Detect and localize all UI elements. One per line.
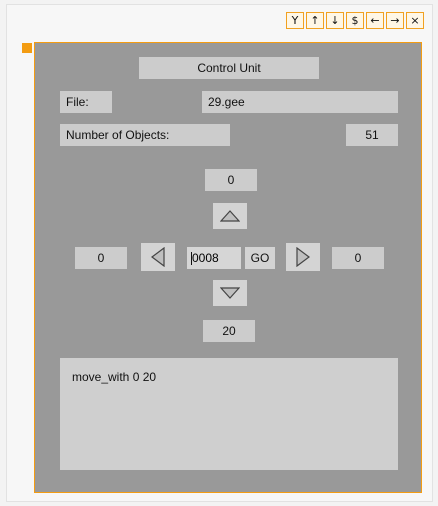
right-arrow-icon[interactable] — [286, 243, 320, 271]
panel-title: Control Unit — [139, 57, 319, 79]
step-value: 0008 — [192, 251, 219, 265]
command-output: move_with 0 20 — [60, 358, 398, 470]
up-arrow-icon[interactable] — [213, 203, 247, 229]
arrow-left-icon[interactable]: ← — [366, 12, 384, 29]
arrow-right-icon[interactable]: → — [386, 12, 404, 29]
arrow-up-icon[interactable]: ↑ — [306, 12, 324, 29]
merge-icon[interactable]: Y — [286, 12, 304, 29]
right-value-field[interactable]: 0 — [332, 247, 384, 269]
left-arrow-icon[interactable] — [141, 243, 175, 271]
canvas: Y ↑ ↓ $ ← → × Control Unit File: 29.gee … — [0, 0, 438, 506]
left-value-field[interactable]: 0 — [75, 247, 127, 269]
objects-label: Number of Objects: — [60, 124, 230, 146]
control-unit-panel: Control Unit File: 29.gee Number of Obje… — [34, 42, 422, 493]
file-value-field[interactable]: 29.gee — [202, 91, 398, 113]
go-button[interactable]: GO — [245, 247, 275, 269]
resize-handle[interactable] — [22, 43, 32, 53]
dollar-icon[interactable]: $ — [346, 12, 364, 29]
toolbar: Y ↑ ↓ $ ← → × — [286, 12, 424, 29]
down-arrow-icon[interactable] — [213, 280, 247, 306]
top-value-field[interactable]: 0 — [205, 169, 257, 191]
close-icon[interactable]: × — [406, 12, 424, 29]
step-input[interactable]: 0008 — [187, 247, 241, 269]
arrow-down-icon[interactable]: ↓ — [326, 12, 344, 29]
bottom-value-field[interactable]: 20 — [203, 320, 255, 342]
file-label: File: — [60, 91, 112, 113]
objects-count-field[interactable]: 51 — [346, 124, 398, 146]
